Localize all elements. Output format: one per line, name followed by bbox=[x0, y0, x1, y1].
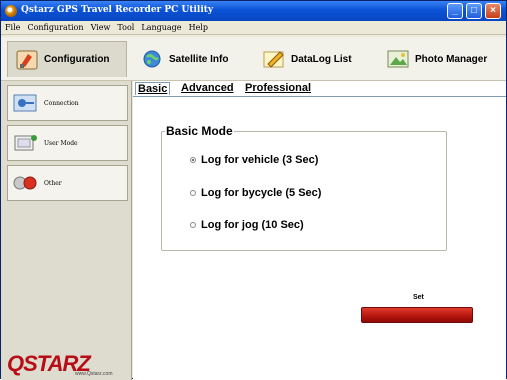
configuration-icon bbox=[16, 50, 38, 69]
tab-configuration-label: Configuration bbox=[44, 54, 110, 65]
tab-datalog-list[interactable]: DataLog List bbox=[263, 41, 352, 77]
menu-file[interactable]: File bbox=[5, 21, 20, 35]
menu-bar: File Configuration View Tool Language He… bbox=[1, 21, 506, 35]
radio-label: Log for jog (10 Sec) bbox=[201, 219, 304, 231]
satellite-globe-icon bbox=[143, 50, 161, 68]
close-button[interactable]: × bbox=[485, 3, 501, 19]
subtab-basic[interactable]: Basic bbox=[135, 82, 171, 95]
tab-satellite-info[interactable]: Satellite Info bbox=[141, 41, 228, 77]
menu-help[interactable]: Help bbox=[189, 21, 208, 35]
tab-photo-manager-label: Photo Manager bbox=[415, 53, 488, 65]
tab-photo-manager[interactable]: Photo Manager bbox=[387, 41, 487, 77]
radio-label: Log for bycycle (5 Sec) bbox=[201, 187, 322, 199]
subtab-professional[interactable]: Professional bbox=[245, 82, 311, 94]
subtab-advanced[interactable]: Advanced bbox=[181, 82, 234, 94]
menu-language[interactable]: Language bbox=[141, 21, 181, 35]
tab-satellite-info-label: Satellite Info bbox=[169, 53, 229, 65]
set-button[interactable] bbox=[361, 307, 473, 323]
radio-log-vehicle[interactable]: Log for vehicle (3 Sec) bbox=[190, 154, 318, 166]
qstarz-logo: QSTARZ www.Qstarz.com bbox=[7, 353, 129, 378]
radio-unselected-icon[interactable] bbox=[190, 222, 196, 228]
sidebar-item-label: Other bbox=[44, 179, 62, 187]
radio-log-bycycle[interactable]: Log for bycycle (5 Sec) bbox=[190, 187, 321, 199]
main-panel: Basic Advanced Professional Basic Mode L… bbox=[133, 81, 506, 380]
sidebar-item-label: Connection bbox=[44, 99, 79, 107]
maximize-button[interactable]: □ bbox=[466, 3, 482, 19]
minimize-button[interactable]: _ bbox=[447, 3, 463, 19]
window-title: Qstarz GPS Travel Recorder PC Utility bbox=[21, 5, 214, 15]
other-icon bbox=[13, 176, 37, 190]
title-bar[interactable]: Qstarz GPS Travel Recorder PC Utility _ … bbox=[1, 1, 506, 21]
sidebar-item-connection[interactable]: Connection bbox=[7, 85, 128, 121]
user-mode-icon bbox=[14, 135, 37, 151]
radio-unselected-icon[interactable] bbox=[190, 190, 196, 196]
sidebar-item-other[interactable]: Other bbox=[7, 165, 128, 201]
tab-configuration[interactable]: Configuration bbox=[7, 41, 127, 77]
menu-view[interactable]: View bbox=[91, 21, 111, 35]
sidebar: Connection User Mode Other QSTARZ www.Qs… bbox=[1, 81, 132, 380]
top-tab-strip: Configuration Satellite Info DataLog Lis… bbox=[1, 37, 506, 81]
app-icon[interactable] bbox=[5, 5, 17, 17]
tab-datalog-list-label: DataLog List bbox=[291, 53, 352, 65]
radio-label: Log for vehicle (3 Sec) bbox=[201, 154, 319, 166]
set-label: Set bbox=[413, 294, 424, 301]
sidebar-item-user-mode[interactable]: User Mode bbox=[7, 125, 128, 161]
menu-tool[interactable]: Tool bbox=[117, 21, 134, 35]
connection-icon bbox=[13, 94, 37, 112]
datalog-pencil-icon bbox=[263, 51, 284, 68]
basic-mode-legend: Basic Mode bbox=[165, 124, 234, 138]
basic-mode-group: Basic Mode Log for vehicle (3 Sec) Log f… bbox=[161, 124, 447, 251]
menu-configuration[interactable]: Configuration bbox=[27, 21, 83, 35]
app-window: Qstarz GPS Travel Recorder PC Utility _ … bbox=[0, 0, 507, 380]
subtab-divider bbox=[133, 96, 506, 97]
photo-manager-icon bbox=[387, 50, 409, 68]
radio-selected-icon[interactable] bbox=[190, 157, 196, 163]
radio-log-jog[interactable]: Log for jog (10 Sec) bbox=[190, 219, 304, 231]
logo-url: www.Qstarz.com bbox=[75, 371, 113, 377]
sidebar-item-label: User Mode bbox=[44, 139, 78, 147]
